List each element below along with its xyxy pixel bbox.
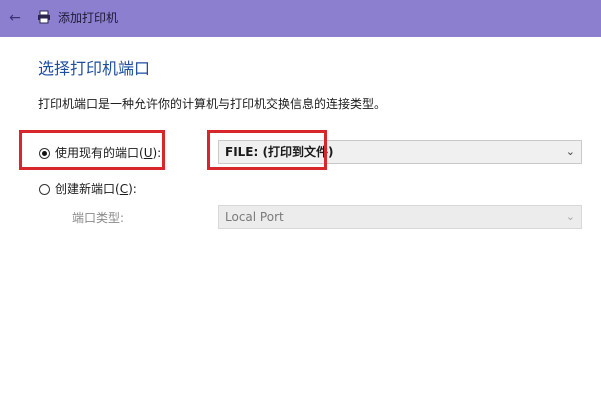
- port-type-label: 端口类型:: [72, 211, 125, 225]
- port-type-value: Local Port: [225, 210, 284, 224]
- create-new-port-label: 创建新端口(C):: [55, 182, 137, 196]
- page-heading: 选择打印机端口: [38, 59, 151, 78]
- page-description: 打印机端口是一种允许你的计算机与打印机交换信息的连接类型。: [38, 97, 387, 111]
- use-existing-port-option[interactable]: 使用现有的端口(U):: [39, 144, 161, 162]
- port-type-dropdown[interactable]: Local Port ⌄: [218, 205, 582, 229]
- create-new-port-option[interactable]: 创建新端口(C):: [39, 180, 137, 198]
- use-existing-port-label: 使用现有的端口(U):: [55, 146, 162, 160]
- use-existing-port-radio[interactable]: [39, 147, 50, 159]
- back-button[interactable]: ←: [6, 9, 24, 27]
- existing-port-value: FILE: (打印到文件): [225, 145, 334, 159]
- printer-icon: [38, 10, 50, 24]
- window-title: 添加打印机: [58, 11, 119, 25]
- chevron-down-icon: ⌄: [565, 210, 575, 223]
- title-bar: ← 添加打印机: [0, 0, 601, 37]
- existing-port-dropdown[interactable]: FILE: (打印到文件) ⌄: [218, 140, 582, 164]
- create-new-port-radio[interactable]: [39, 183, 50, 195]
- chevron-down-icon: ⌄: [565, 145, 575, 158]
- arrow-left-icon: ←: [9, 10, 21, 26]
